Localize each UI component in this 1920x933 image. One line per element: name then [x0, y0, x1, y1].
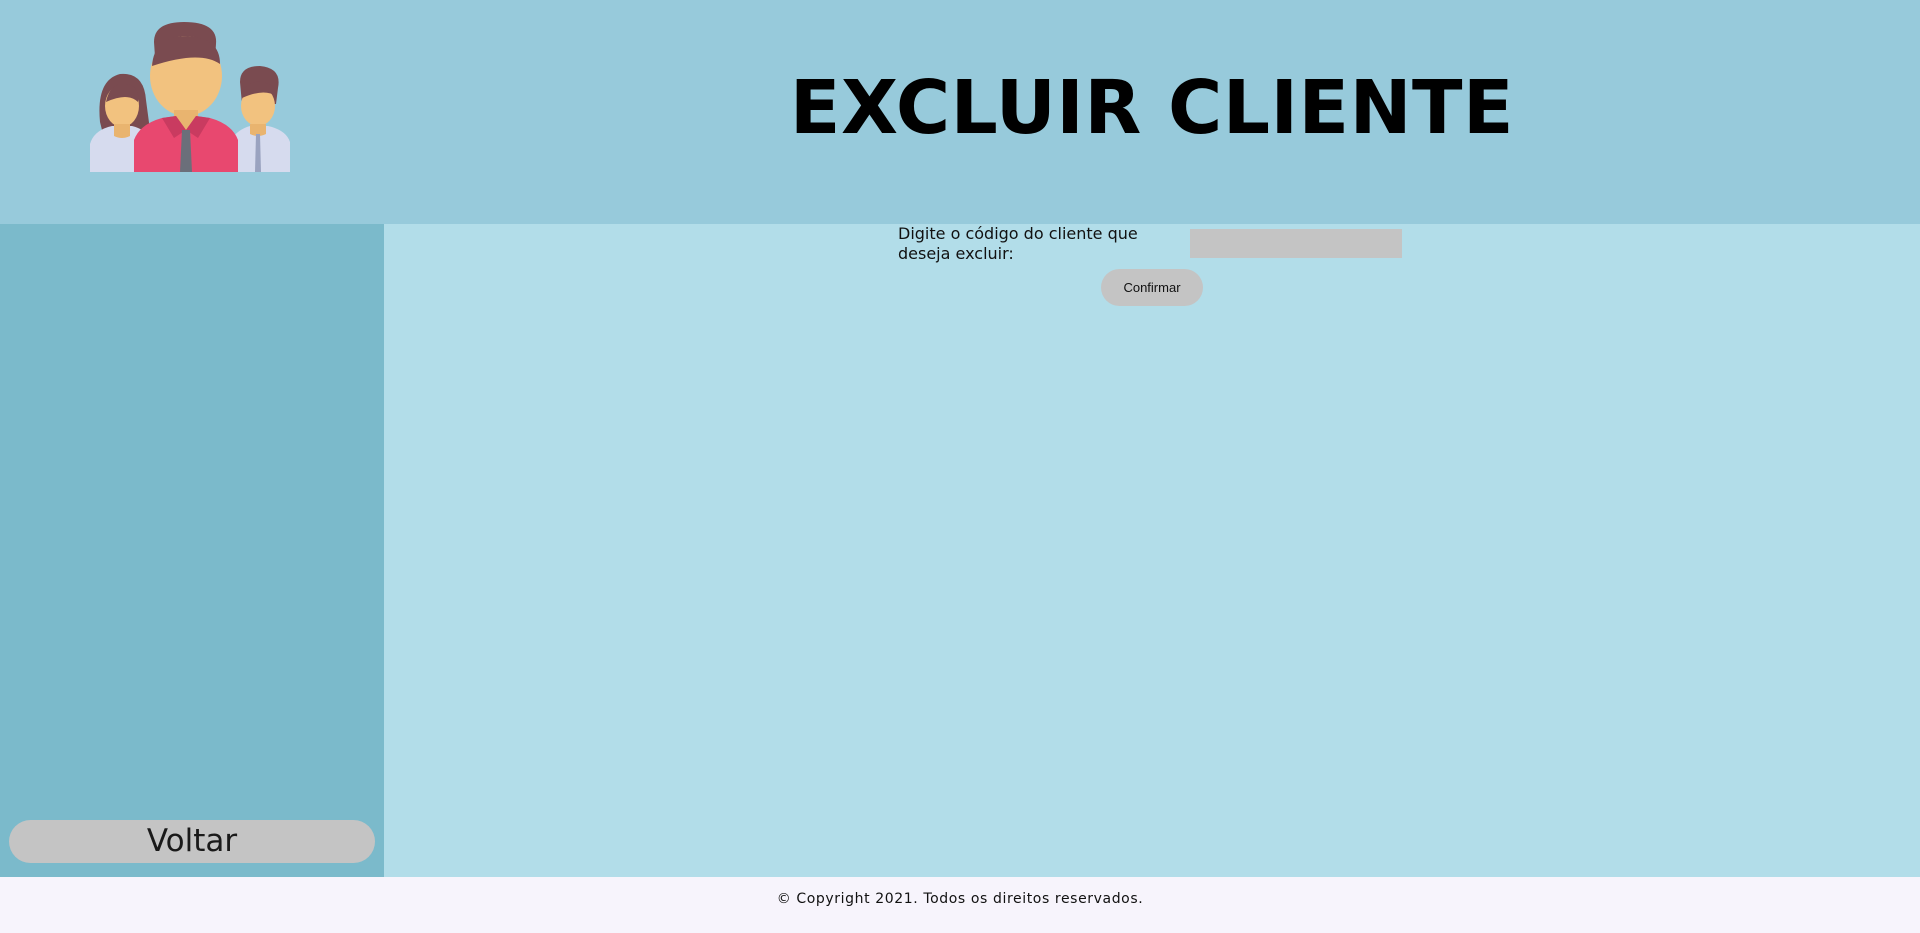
- client-code-label: Digite o código do cliente que deseja ex…: [898, 224, 1138, 263]
- page-footer: © Copyright 2021. Todos os direitos rese…: [0, 877, 1920, 933]
- team-people-icon: [90, 22, 294, 172]
- page-header: EXCLUIR CLIENTE: [0, 0, 1920, 224]
- page-title: EXCLUIR CLIENTE: [789, 65, 1515, 151]
- client-code-input[interactable]: [1190, 229, 1402, 258]
- title-container: EXCLUIR CLIENTE: [780, 66, 1524, 150]
- copyright-text: © Copyright 2021. Todos os direitos rese…: [776, 891, 1144, 907]
- confirm-button[interactable]: Confirmar: [1101, 269, 1203, 306]
- sidebar: [0, 224, 384, 877]
- back-button[interactable]: Voltar: [9, 820, 375, 863]
- main-content: [384, 224, 1920, 877]
